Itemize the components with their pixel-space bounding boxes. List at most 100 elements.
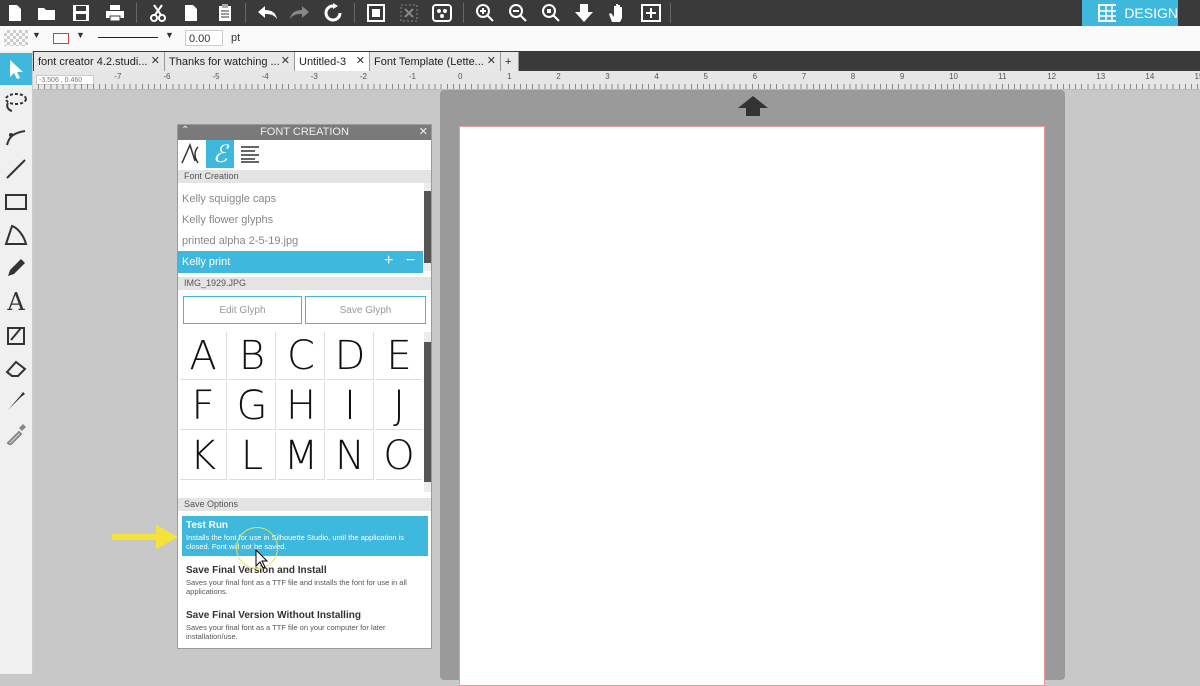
glyph-cell[interactable]: D	[327, 332, 374, 380]
list-item[interactable]: printed alpha 2-5-19.jpg	[182, 235, 298, 247]
text-tool-icon[interactable]: A	[0, 286, 32, 318]
close-icon[interactable]: ✕	[419, 125, 428, 138]
selected-font-row[interactable]: Kelly print + −	[178, 251, 423, 273]
ruler-tick-label: -2	[360, 72, 367, 81]
remove-font-button[interactable]: −	[406, 252, 415, 270]
color-palette-icon[interactable]	[427, 0, 457, 26]
save-icon[interactable]	[66, 0, 96, 26]
option-title: Test Run	[186, 520, 228, 531]
knife-tool-icon[interactable]	[0, 385, 32, 417]
paste-icon[interactable]	[210, 0, 240, 26]
glyph-cell[interactable]: N	[327, 432, 374, 480]
font-creation-tab-icon[interactable]: ℰ	[206, 140, 234, 168]
annotation-arrow-icon	[110, 522, 182, 552]
image-section-header: IMG_1929.JPG	[178, 277, 431, 290]
glyph-cell[interactable]: G	[229, 382, 276, 430]
glyph-cell[interactable]: J	[376, 382, 422, 430]
add-font-button[interactable]: +	[384, 252, 393, 270]
glyph-cell[interactable]: L	[229, 432, 276, 480]
grid-icon	[1098, 4, 1116, 22]
chevron-down-icon[interactable]: ▼	[32, 30, 41, 40]
refresh-icon[interactable]	[318, 0, 348, 26]
list-item[interactable]: Kelly flower glyphs	[182, 214, 273, 226]
design-button[interactable]: DESIGN	[1082, 0, 1178, 26]
edit-glyph-button[interactable]: Edit Glyph	[183, 296, 302, 324]
line-color-swatch[interactable]	[53, 33, 69, 44]
tab-label: Thanks for watching ...	[169, 56, 280, 68]
design-page[interactable]	[459, 126, 1045, 686]
font-section-header: Font Creation	[178, 170, 431, 183]
ruler-tick-label: 7	[802, 72, 806, 81]
glyph-grid-scrollbar[interactable]	[424, 332, 431, 492]
select-arrow-icon[interactable]	[0, 53, 32, 85]
zoom-fit-icon[interactable]	[536, 0, 566, 26]
print-icon[interactable]	[100, 0, 130, 26]
glyph-cell[interactable]: A	[180, 332, 227, 380]
zoom-out-icon[interactable]	[503, 0, 533, 26]
glyph-cell[interactable]: F	[180, 382, 227, 430]
main-toolbar: DESIGN	[0, 0, 1200, 26]
ruler-tick-label: -7	[114, 72, 121, 81]
line-style-bar: ▼ ▼ ▼ 0.00 pt	[0, 26, 1200, 52]
pencil-tool-icon[interactable]	[0, 252, 32, 284]
redo-icon[interactable]	[285, 0, 315, 26]
ruler-tick-label: -6	[163, 72, 170, 81]
test-run-option[interactable]: Test Run Installs the font for use in Si…	[182, 516, 428, 556]
curve-edit-icon[interactable]	[0, 120, 32, 152]
group-icon[interactable]	[361, 0, 391, 26]
tab-font-template[interactable]: Font Template (Lette...✕	[370, 52, 501, 71]
glyph-cell[interactable]: I	[327, 382, 374, 430]
line-tool-icon[interactable]	[0, 153, 32, 185]
line-width-unit: pt	[231, 32, 240, 44]
fill-swatch[interactable]	[4, 30, 28, 46]
line-width-input[interactable]: 0.00	[185, 30, 223, 46]
ungroup-icon[interactable]	[394, 0, 424, 26]
undo-icon[interactable]	[252, 0, 282, 26]
ruler-tick-label: -1	[409, 72, 416, 81]
copy-icon[interactable]	[176, 0, 206, 26]
close-icon[interactable]: ✕	[487, 54, 496, 67]
save-final-install-option[interactable]: Save Final Version and Install Saves you…	[178, 562, 431, 602]
close-icon[interactable]: ✕	[151, 54, 160, 67]
ruler-tick-label: 8	[851, 72, 855, 81]
glyph-cell[interactable]: E	[376, 332, 422, 380]
add-page-icon[interactable]	[636, 0, 666, 26]
save-glyph-button[interactable]: Save Glyph	[305, 296, 426, 324]
glyph-cell[interactable]: K	[180, 432, 227, 480]
font-list: Kelly squiggle caps Kelly flower glyphs …	[178, 183, 423, 273]
cut-icon[interactable]	[143, 0, 173, 26]
eyedropper-icon[interactable]	[0, 418, 32, 450]
pan-hand-icon[interactable]	[602, 0, 632, 26]
sketch-tool-icon[interactable]	[0, 319, 32, 351]
glyph-cell[interactable]: C	[278, 332, 325, 380]
polygon-tool-icon[interactable]	[0, 219, 32, 251]
ruler-tick-label: 0	[458, 72, 462, 81]
new-tab-button[interactable]: +	[501, 52, 519, 71]
list-item[interactable]: Kelly squiggle caps	[182, 193, 276, 205]
send-down-icon[interactable]	[569, 0, 599, 26]
save-final-no-install-option[interactable]: Save Final Version Without Installing Sa…	[178, 607, 431, 647]
open-folder-icon[interactable]	[32, 0, 62, 26]
glyph-cell[interactable]: M	[278, 432, 325, 480]
chevron-down-icon[interactable]: ▼	[76, 30, 85, 40]
zoom-in-icon[interactable]	[470, 0, 500, 26]
chevron-down-icon[interactable]: ▼	[165, 30, 174, 40]
close-icon[interactable]: ✕	[281, 54, 290, 67]
tab-font-creator[interactable]: font creator 4.2.studi...✕	[34, 52, 165, 71]
glyph-cell[interactable]: O	[376, 432, 422, 480]
collapse-icon[interactable]: ⌃	[181, 125, 189, 136]
tab-untitled-3[interactable]: Untitled-3✕	[295, 52, 370, 71]
glyph-cell[interactable]: B	[229, 332, 276, 380]
new-document-icon[interactable]	[0, 0, 30, 26]
line-style-sample[interactable]	[98, 37, 158, 38]
font-tool-icon[interactable]	[178, 140, 206, 168]
glyph-cell[interactable]: H	[278, 382, 325, 430]
font-list-scrollbar[interactable]	[424, 183, 431, 271]
align-text-icon[interactable]	[236, 140, 264, 168]
close-icon[interactable]: ✕	[356, 54, 365, 67]
tab-thanks-for-watching[interactable]: Thanks for watching ...✕	[165, 52, 295, 71]
option-description: Installs the font for use in Silhouette …	[186, 533, 426, 551]
eraser-icon[interactable]	[0, 352, 32, 384]
lasso-icon[interactable]	[0, 86, 32, 118]
rectangle-tool-icon[interactable]	[0, 186, 32, 218]
